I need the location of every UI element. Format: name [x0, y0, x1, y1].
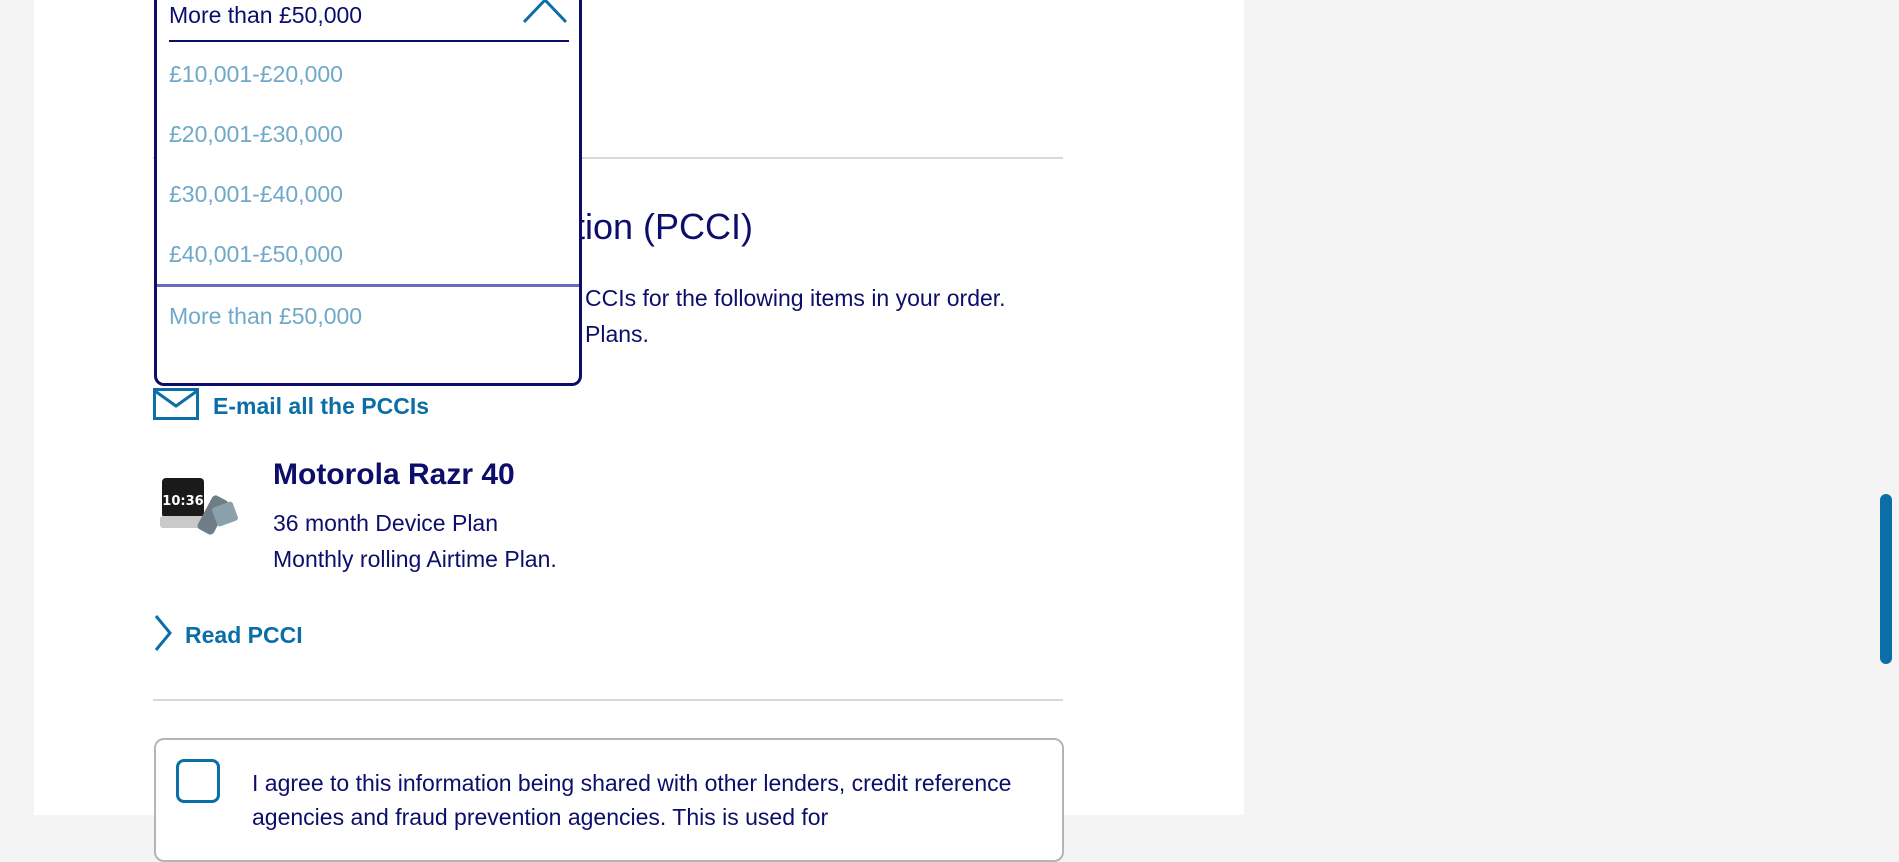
consent-box: I agree to this information being shared… — [154, 738, 1064, 862]
pcci-intro: CCIs for the following items in your ord… — [585, 280, 1006, 352]
product-image-time: 10:36 — [162, 494, 203, 509]
email-all-pccis-label: E-mail all the PCCIs — [213, 393, 430, 419]
income-dropdown-selected[interactable]: More than £50,000 — [169, 0, 569, 42]
section-divider-bottom — [153, 699, 1063, 701]
email-all-pccis-link[interactable]: E-mail all the PCCIs — [153, 388, 429, 425]
income-option[interactable]: £10,001-£20,000 — [157, 44, 579, 104]
product-name: Motorola Razr 40 — [273, 458, 515, 491]
pcci-heading: tion (PCCI) — [575, 206, 754, 247]
chevron-up-icon[interactable] — [521, 0, 569, 31]
income-option[interactable]: £40,001-£50,000 — [157, 224, 579, 284]
income-option[interactable]: £30,001-£40,000 — [157, 164, 579, 224]
income-options-list: £10,001-£20,000 £20,001-£30,000 £30,001-… — [157, 44, 579, 346]
pcci-intro-line2: Plans. — [585, 321, 649, 347]
income-option-highlighted[interactable]: More than £50,000 — [157, 284, 579, 346]
chevron-right-icon — [153, 614, 173, 657]
consent-checkbox[interactable] — [176, 759, 220, 803]
income-dropdown[interactable]: More than £50,000 £10,001-£20,000 £20,00… — [154, 0, 582, 386]
product-plan-line1: 36 month Device Plan — [273, 510, 499, 536]
pcci-intro-line1: CCIs for the following items in your ord… — [585, 285, 1006, 311]
read-pcci-link[interactable]: Read PCCI — [153, 614, 303, 657]
consent-text: I agree to this information being shared… — [252, 770, 1012, 830]
read-pcci-label: Read PCCI — [185, 622, 303, 648]
income-selected-value: More than £50,000 — [169, 2, 363, 28]
mail-icon — [153, 388, 199, 425]
income-option[interactable]: £20,001-£30,000 — [157, 104, 579, 164]
product-image: 10:36 — [158, 472, 242, 540]
product-plan-line2: Monthly rolling Airtime Plan. — [273, 546, 557, 572]
page-scrollbar[interactable] — [1880, 494, 1892, 664]
